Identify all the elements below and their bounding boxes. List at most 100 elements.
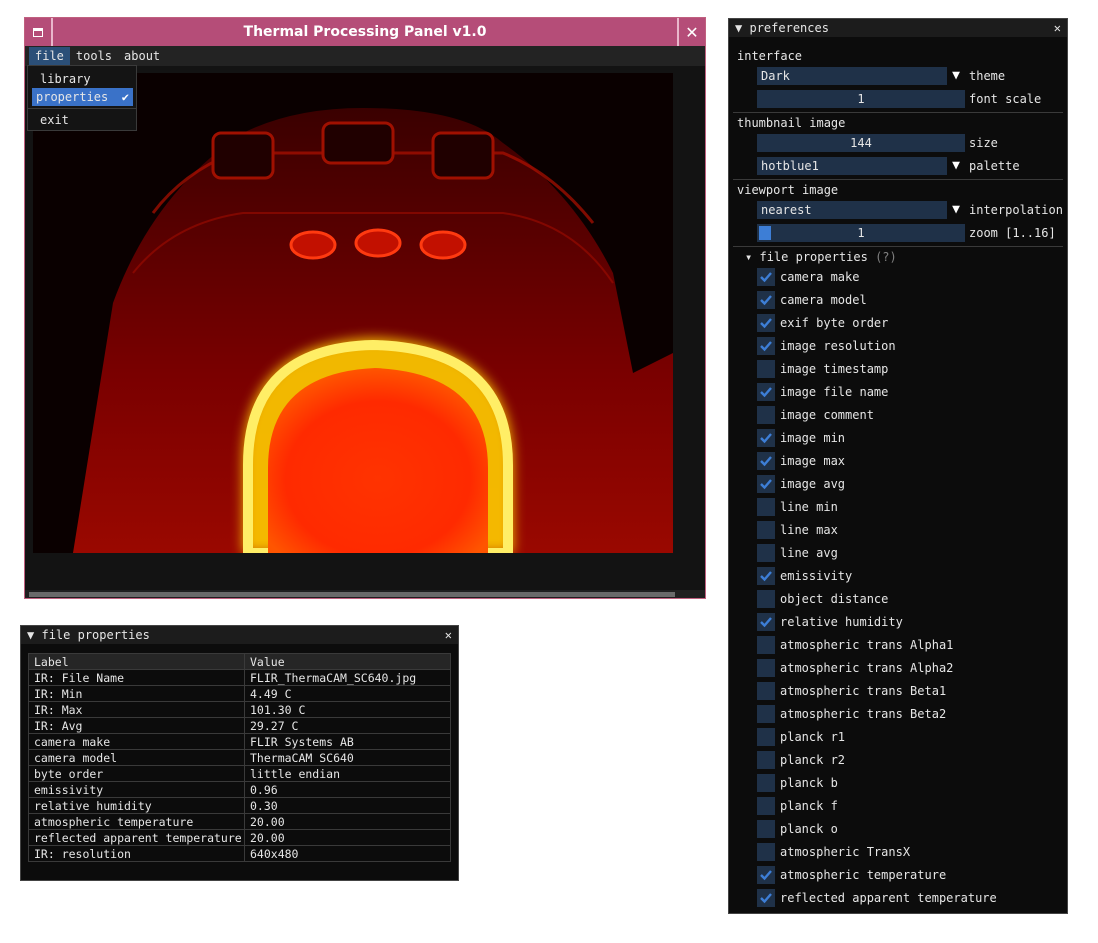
row-label: IR: Min — [28, 685, 245, 702]
checkmark-icon — [760, 870, 772, 881]
checkbox[interactable] — [757, 843, 775, 861]
title-bar[interactable]: Thermal Processing Panel v1.0 ✕ — [25, 18, 705, 46]
font-scale-input[interactable]: 1 — [757, 90, 965, 108]
checkbox[interactable] — [757, 751, 775, 769]
close-icon[interactable]: ✕ — [677, 18, 705, 46]
theme-combo[interactable]: Dark ▼ — [757, 67, 965, 85]
checkbox[interactable] — [757, 452, 775, 470]
checkbox[interactable] — [757, 659, 775, 677]
checkbox[interactable] — [757, 797, 775, 815]
checkbox-row[interactable]: camera model — [757, 291, 867, 309]
chevron-down-icon[interactable]: ▼ — [947, 67, 965, 85]
interpolation-combo[interactable]: nearest ▼ — [757, 201, 965, 219]
checkbox-row[interactable]: atmospheric temperature — [757, 866, 946, 884]
menu-file[interactable]: file — [29, 47, 70, 65]
checkbox-row[interactable]: planck o — [757, 820, 838, 838]
checkbox-row[interactable]: image resolution — [757, 337, 896, 355]
checkbox-label: line max — [780, 523, 838, 537]
checkbox[interactable] — [757, 866, 775, 884]
checkbox-label: image resolution — [780, 339, 896, 353]
window-menu-icon[interactable] — [25, 18, 53, 46]
checkbox[interactable] — [757, 475, 775, 493]
checkbox[interactable] — [757, 567, 775, 585]
checkbox-row[interactable]: planck b — [757, 774, 838, 792]
checkbox-row[interactable]: exif byte order — [757, 314, 888, 332]
checkbox-row[interactable]: planck f — [757, 797, 838, 815]
thermal-image-viewport[interactable] — [33, 73, 673, 553]
checkbox-row[interactable]: atmospheric trans Alpha1 — [757, 636, 953, 654]
checkbox[interactable] — [757, 268, 775, 286]
file-properties-title-bar[interactable]: ▼ file properties ✕ — [21, 626, 458, 644]
checkbox-row[interactable]: image min — [757, 429, 845, 447]
checkbox-row[interactable]: object distance — [757, 590, 888, 608]
file-properties-tree-node[interactable]: ▾ file properties (?) — [745, 250, 897, 264]
checkmark-icon — [760, 295, 772, 306]
close-icon[interactable]: ✕ — [1054, 19, 1061, 37]
checkbox-row[interactable]: emissivity — [757, 567, 852, 585]
checkbox[interactable] — [757, 705, 775, 723]
checkbox[interactable] — [757, 590, 775, 608]
thumbnail-size-input[interactable]: 144 — [757, 134, 965, 152]
checkbox[interactable] — [757, 521, 775, 539]
preferences-title-bar[interactable]: ▼ preferences ✕ — [729, 19, 1067, 37]
checkbox[interactable] — [757, 291, 775, 309]
checkbox-row[interactable]: reflected apparent temperature — [757, 889, 997, 907]
checkbox-row[interactable]: atmospheric trans Alpha2 — [757, 659, 953, 677]
window-title: Thermal Processing Panel v1.0 — [243, 24, 487, 40]
menu-item-exit[interactable]: exit — [32, 111, 133, 129]
menu-about[interactable]: about — [118, 47, 166, 65]
checkbox[interactable] — [757, 889, 775, 907]
checkbox-label: atmospheric trans Alpha1 — [780, 638, 954, 652]
checkbox[interactable] — [757, 383, 775, 401]
horizontal-scrollbar[interactable] — [25, 590, 705, 598]
checkbox[interactable] — [757, 636, 775, 654]
column-header-label: Label — [28, 653, 245, 670]
checkbox-row[interactable]: atmospheric trans Beta1 — [757, 682, 946, 700]
checkbox[interactable] — [757, 774, 775, 792]
checkbox-row[interactable]: line avg — [757, 544, 838, 562]
checkbox[interactable] — [757, 314, 775, 332]
row-value: FLIR_ThermaCAM_SC640.jpg — [244, 669, 451, 686]
chevron-down-icon[interactable]: ▼ — [947, 157, 965, 175]
checkbox-label: atmospheric trans Alpha2 — [780, 661, 954, 675]
table-row: IR: Max 101.30 C — [28, 701, 451, 718]
checkbox-row[interactable]: planck r2 — [757, 751, 845, 769]
checkbox-row[interactable]: image timestamp — [757, 360, 888, 378]
checkbox[interactable] — [757, 429, 775, 447]
checkbox[interactable] — [757, 682, 775, 700]
close-icon[interactable]: ✕ — [445, 626, 452, 644]
palette-combo[interactable]: hotblue1 ▼ — [757, 157, 965, 175]
scrollbar-thumb[interactable] — [29, 592, 675, 597]
checkbox-row[interactable]: image comment — [757, 406, 874, 424]
menu-tools[interactable]: tools — [70, 47, 118, 65]
checkbox[interactable] — [757, 337, 775, 355]
table-row: byte order little endian — [28, 765, 451, 782]
checkbox[interactable] — [757, 613, 775, 631]
checkbox[interactable] — [757, 728, 775, 746]
chevron-down-icon[interactable]: ▼ — [947, 201, 965, 219]
checkbox-row[interactable]: camera make — [757, 268, 859, 286]
checkbox-row[interactable]: atmospheric trans Beta2 — [757, 705, 946, 723]
zoom-slider[interactable]: 1 — [757, 224, 965, 242]
help-icon[interactable]: (?) — [875, 250, 897, 264]
checkbox-row[interactable]: atmospheric TransX — [757, 843, 910, 861]
collapse-arrow-icon[interactable]: ▼ — [27, 628, 34, 642]
menu-item-library[interactable]: library — [32, 70, 133, 88]
checkbox-row[interactable]: image avg — [757, 475, 845, 493]
interpolation-label-text: interpolation — [969, 203, 1063, 217]
checkbox[interactable] — [757, 360, 775, 378]
checkbox[interactable] — [757, 820, 775, 838]
checkbox-row[interactable]: image file name — [757, 383, 888, 401]
checkbox-row[interactable]: relative humidity — [757, 613, 903, 631]
checkbox-row[interactable]: image max — [757, 452, 845, 470]
slider-grab[interactable] — [759, 226, 771, 240]
row-value: 20.00 — [244, 813, 451, 830]
checkbox-row[interactable]: planck r1 — [757, 728, 845, 746]
checkbox-row[interactable]: line max — [757, 521, 838, 539]
collapse-arrow-icon[interactable]: ▼ — [735, 21, 742, 35]
checkbox-row[interactable]: line min — [757, 498, 838, 516]
checkbox[interactable] — [757, 498, 775, 516]
checkbox[interactable] — [757, 406, 775, 424]
checkbox[interactable] — [757, 544, 775, 562]
menu-item-properties[interactable]: properties ✔ — [32, 88, 133, 106]
